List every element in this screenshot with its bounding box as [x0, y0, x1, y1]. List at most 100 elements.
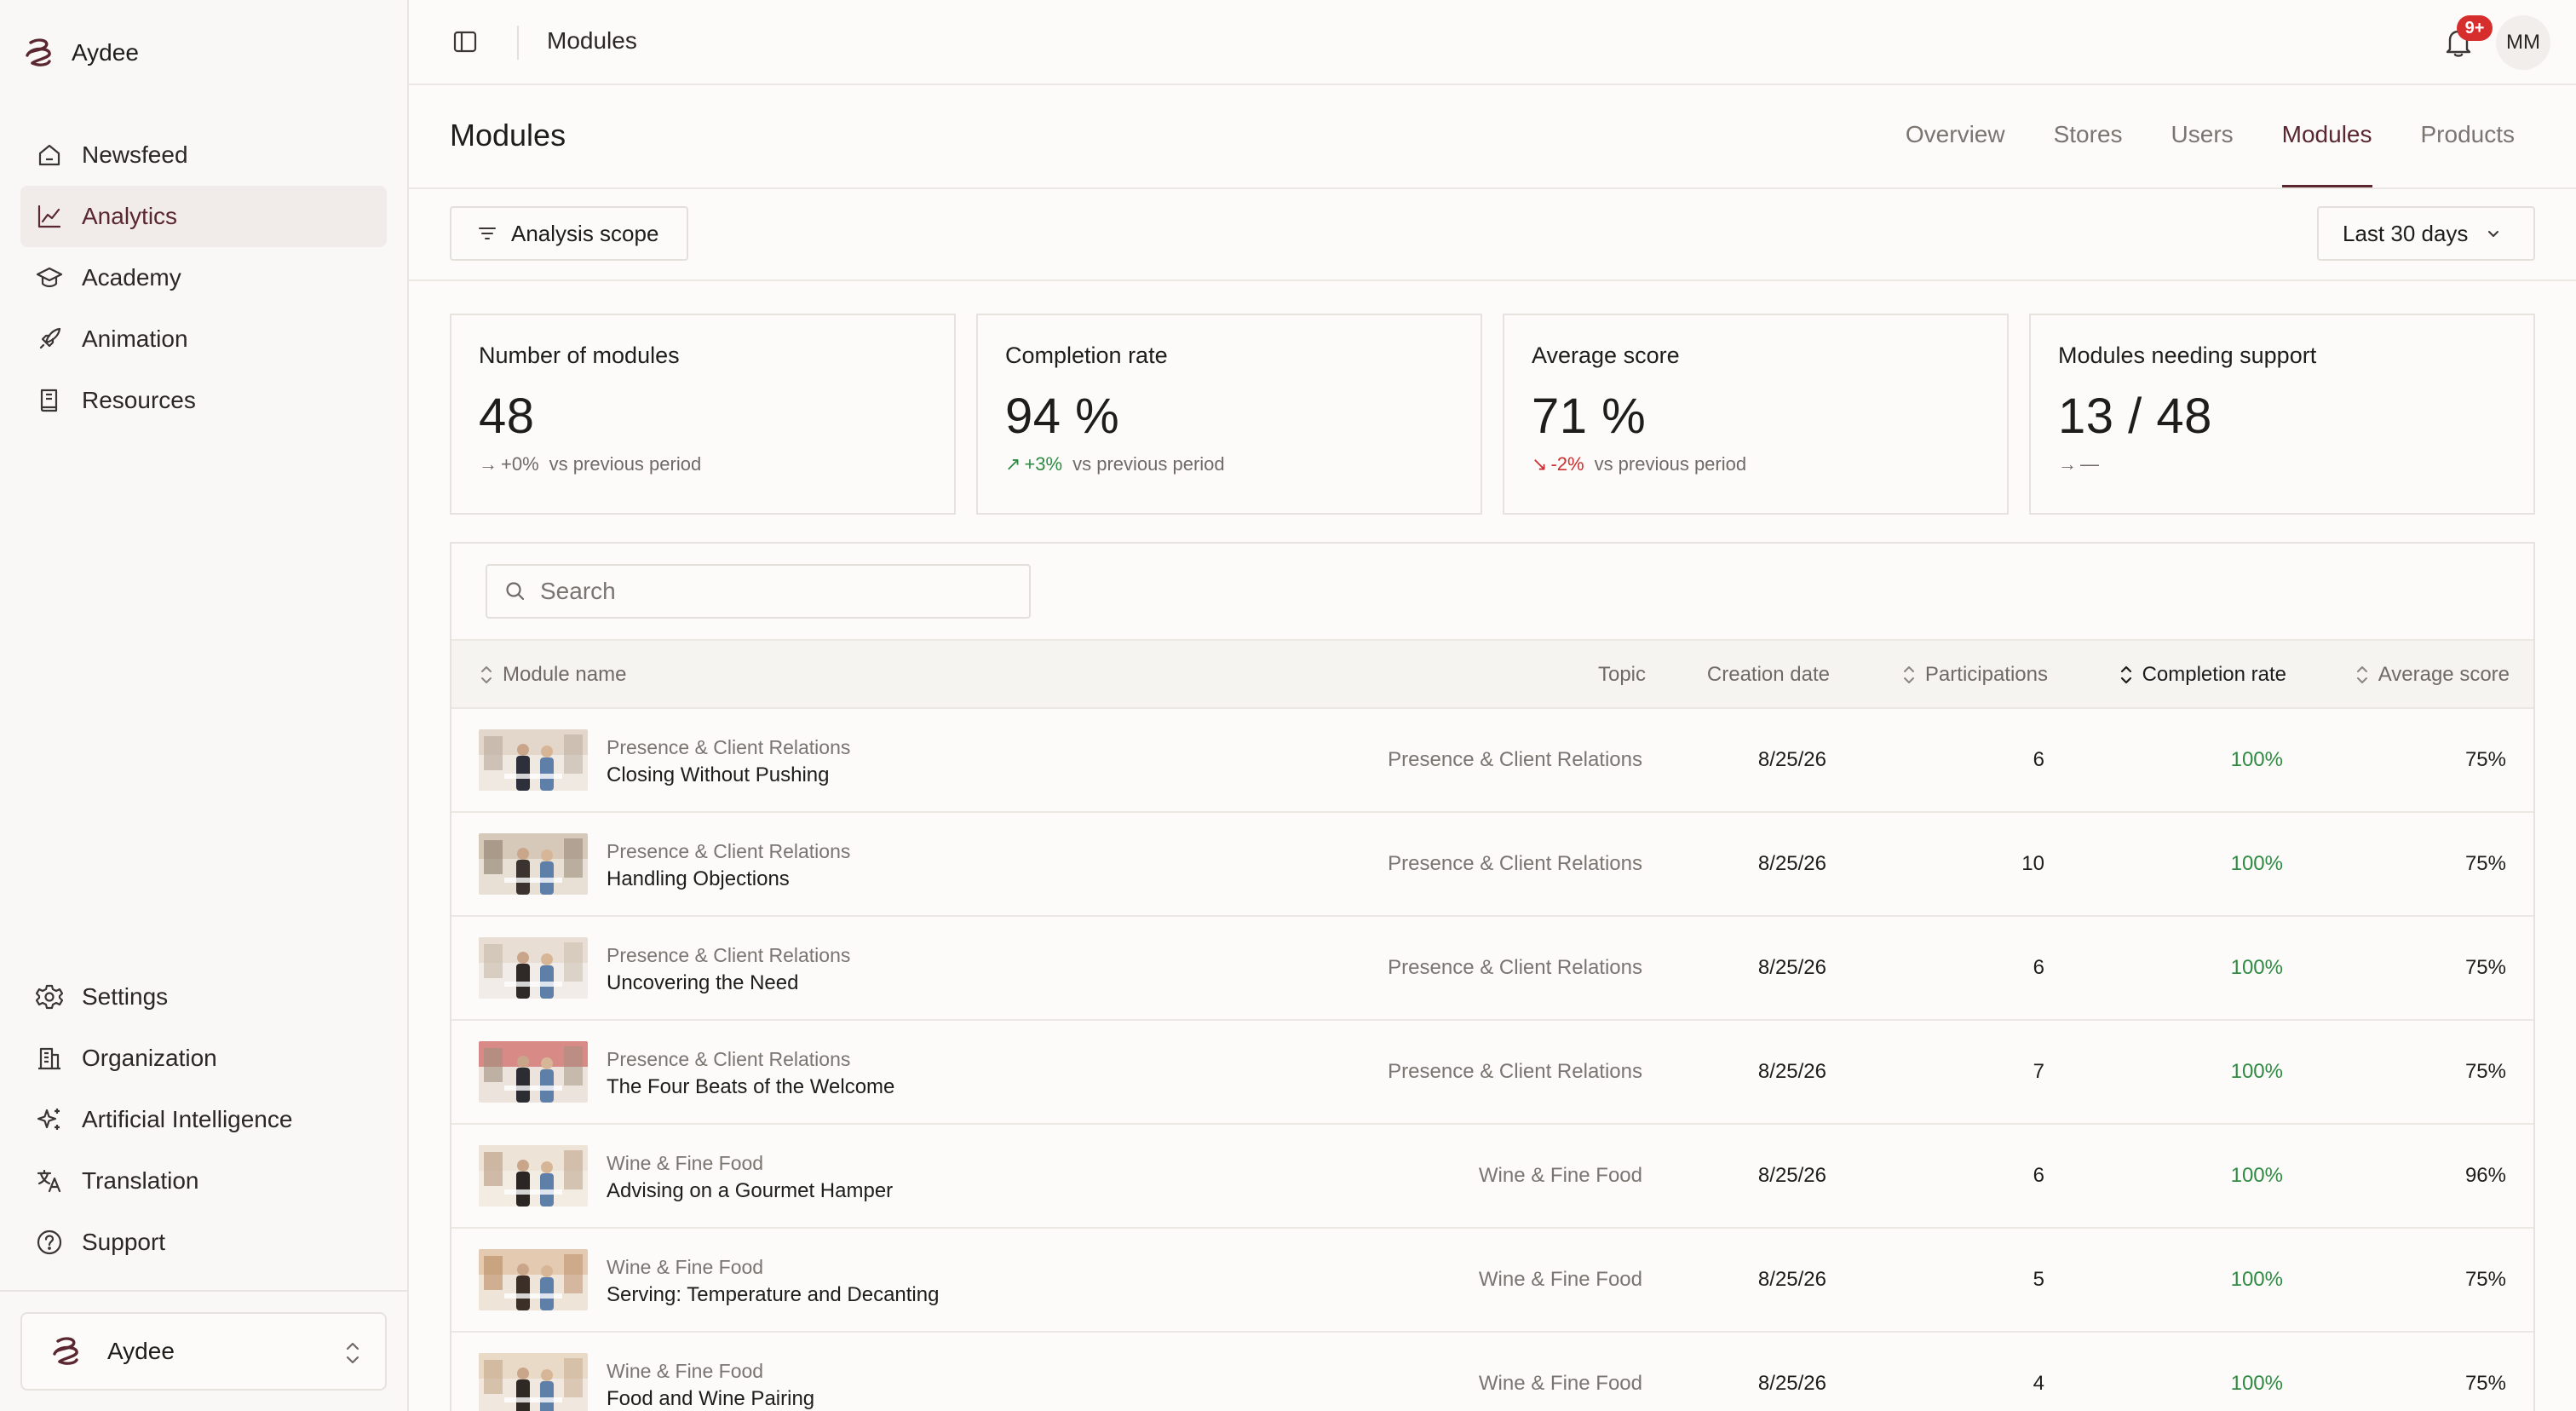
module-name[interactable]: Uncovering the Need	[607, 971, 798, 995]
chevron-up-down-icon	[342, 1339, 363, 1367]
creation-date-cell: 8/25/26	[1757, 748, 1826, 771]
search-box[interactable]	[486, 564, 1031, 619]
module-topic-label: Presence & Client Relations	[607, 944, 851, 966]
tab-overview[interactable]: Overview	[1906, 116, 2005, 187]
module-name[interactable]: Food and Wine Pairing	[607, 1387, 814, 1411]
kpi-value: 71 %	[1532, 389, 1647, 444]
column-label: Completion rate	[2142, 663, 2286, 686]
table-row[interactable]: Presence & Client Relations Handling Obj…	[451, 813, 2533, 917]
tab-products[interactable]: Products	[2421, 116, 2516, 187]
module-topic-label: Wine & Fine Food	[607, 1256, 764, 1278]
module-topic-label: Wine & Fine Food	[607, 1152, 764, 1174]
tab-users[interactable]: Users	[2171, 116, 2234, 187]
divider	[409, 279, 2576, 281]
sidebar-item-label: Organization	[82, 1045, 217, 1071]
sidebar-item-academy[interactable]: Academy	[20, 247, 387, 308]
kpi-delta: → —	[2058, 453, 2533, 475]
topic-cell: Wine & Fine Food	[1478, 1372, 1642, 1395]
page-title: Modules	[450, 118, 566, 153]
notification-badge: 9+	[2457, 15, 2493, 41]
main-nav: Newsfeed Analytics Academy Animation Res…	[20, 124, 387, 431]
kpi-delta: ↗ +3% vs previous period	[1005, 453, 1481, 475]
logo-icon	[48, 1333, 85, 1370]
kpi-comparison-label: vs previous period	[549, 453, 702, 475]
creation-date-cell: 8/25/26	[1757, 1372, 1826, 1395]
tab-bar: Overview Stores Users Modules Products	[1906, 116, 2515, 187]
tab-modules[interactable]: Modules	[2281, 116, 2372, 187]
module-topic-label: Presence & Client Relations	[607, 736, 851, 758]
sort-icon	[2119, 664, 2134, 686]
sidebar-item-label: Translation	[82, 1167, 199, 1194]
column-label: Topic	[1597, 663, 1646, 686]
kpi-change-value: +3%	[1024, 453, 1063, 475]
module-name[interactable]: Handling Objections	[607, 867, 790, 891]
sidebar: Aydee Newsfeed Analytics Academy Animati…	[0, 0, 409, 1411]
sidebar-toggle-icon[interactable]	[451, 28, 479, 55]
module-thumbnail	[479, 729, 588, 791]
sidebar-item-newsfeed[interactable]: Newsfeed	[20, 124, 387, 186]
column-header-average-score[interactable]: Average score	[2305, 641, 2510, 709]
table-row[interactable]: Wine & Fine Food Food and Wine Pairing W…	[451, 1333, 2533, 1411]
sidebar-item-artificial-intelligence[interactable]: Artificial Intelligence	[20, 1089, 387, 1150]
sidebar-item-label: Analytics	[82, 203, 178, 229]
divider	[0, 1290, 407, 1292]
tab-stores[interactable]: Stores	[2054, 116, 2123, 187]
module-topic-label: Presence & Client Relations	[607, 1048, 851, 1070]
sidebar-item-support[interactable]: Support	[20, 1212, 387, 1273]
brand[interactable]: Aydee	[20, 34, 139, 72]
column-header-participations[interactable]: Participations	[1826, 641, 2048, 709]
table-row[interactable]: Wine & Fine Food Advising on a Gourmet H…	[451, 1125, 2533, 1229]
search-input[interactable]	[540, 578, 1017, 605]
table-row[interactable]: Wine & Fine Food Serving: Temperature an…	[451, 1229, 2533, 1333]
column-header-completion-rate[interactable]: Completion rate	[2065, 641, 2286, 709]
sort-icon	[2355, 664, 2370, 686]
kpi-cards: Number of modules 48 → +0% vs previous p…	[450, 314, 2535, 515]
creation-date-cell: 8/25/26	[1757, 1164, 1826, 1187]
average-score-cell: 75%	[2464, 1060, 2506, 1083]
table-row[interactable]: Presence & Client Relations Closing With…	[451, 709, 2533, 813]
sidebar-item-label: Academy	[82, 264, 181, 291]
divider	[517, 26, 519, 60]
avatar[interactable]: MM	[2496, 15, 2550, 70]
participations-cell: 7	[2033, 1060, 2044, 1083]
module-thumbnail	[479, 833, 588, 895]
divider	[409, 187, 2576, 189]
column-header-module-name[interactable]: Module name	[479, 641, 626, 709]
kpi-change: ↘ -2%	[1532, 453, 1584, 475]
creation-date-cell: 8/25/26	[1757, 1060, 1826, 1083]
average-score-cell: 75%	[2464, 748, 2506, 771]
modules-table: Module name Topic Creation date Particip…	[450, 542, 2535, 1411]
workspace-switcher[interactable]: Aydee	[20, 1312, 387, 1391]
chevron-down-icon	[2485, 225, 2502, 242]
kpi-value: 48	[479, 389, 535, 444]
sidebar-item-settings[interactable]: Settings	[20, 966, 387, 1028]
analysis-scope-button[interactable]: Analysis scope	[450, 206, 688, 261]
sidebar-item-label: Artificial Intelligence	[82, 1106, 293, 1132]
module-name[interactable]: Serving: Temperature and Decanting	[607, 1283, 939, 1307]
table-row[interactable]: Presence & Client Relations Uncovering t…	[451, 917, 2533, 1021]
breadcrumb: Modules	[547, 27, 637, 54]
module-name[interactable]: Closing Without Pushing	[607, 763, 829, 787]
sidebar-item-animation[interactable]: Animation	[20, 308, 387, 370]
sidebar-item-organization[interactable]: Organization	[20, 1028, 387, 1089]
date-range-select[interactable]: Last 30 days	[2317, 206, 2535, 261]
kpi-card-completion-rate: Completion rate 94 % ↗ +3% vs previous p…	[976, 314, 1482, 515]
kpi-title: Average score	[1532, 343, 1680, 368]
column-label: Creation date	[1706, 663, 1830, 686]
arrow-up-right-icon: ↗	[1005, 453, 1021, 475]
gear-icon	[36, 983, 63, 1011]
workspace-name: Aydee	[107, 1338, 175, 1364]
kpi-delta: ↘ -2% vs previous period	[1532, 453, 2007, 475]
column-label: Module name	[503, 663, 627, 686]
sidebar-item-label: Support	[82, 1229, 166, 1255]
column-header-creation-date: Creation date	[1642, 641, 1830, 709]
sidebar-item-translation[interactable]: Translation	[20, 1150, 387, 1212]
sidebar-item-resources[interactable]: Resources	[20, 370, 387, 431]
module-thumbnail	[479, 1249, 588, 1310]
sidebar-item-analytics[interactable]: Analytics	[20, 186, 387, 247]
module-name[interactable]: Advising on a Gourmet Hamper	[607, 1179, 893, 1203]
module-name[interactable]: The Four Beats of the Welcome	[607, 1075, 894, 1099]
kpi-change-value: —	[2080, 453, 2099, 475]
table-row[interactable]: Presence & Client Relations The Four Bea…	[451, 1021, 2533, 1125]
average-score-cell: 75%	[2464, 1372, 2506, 1395]
